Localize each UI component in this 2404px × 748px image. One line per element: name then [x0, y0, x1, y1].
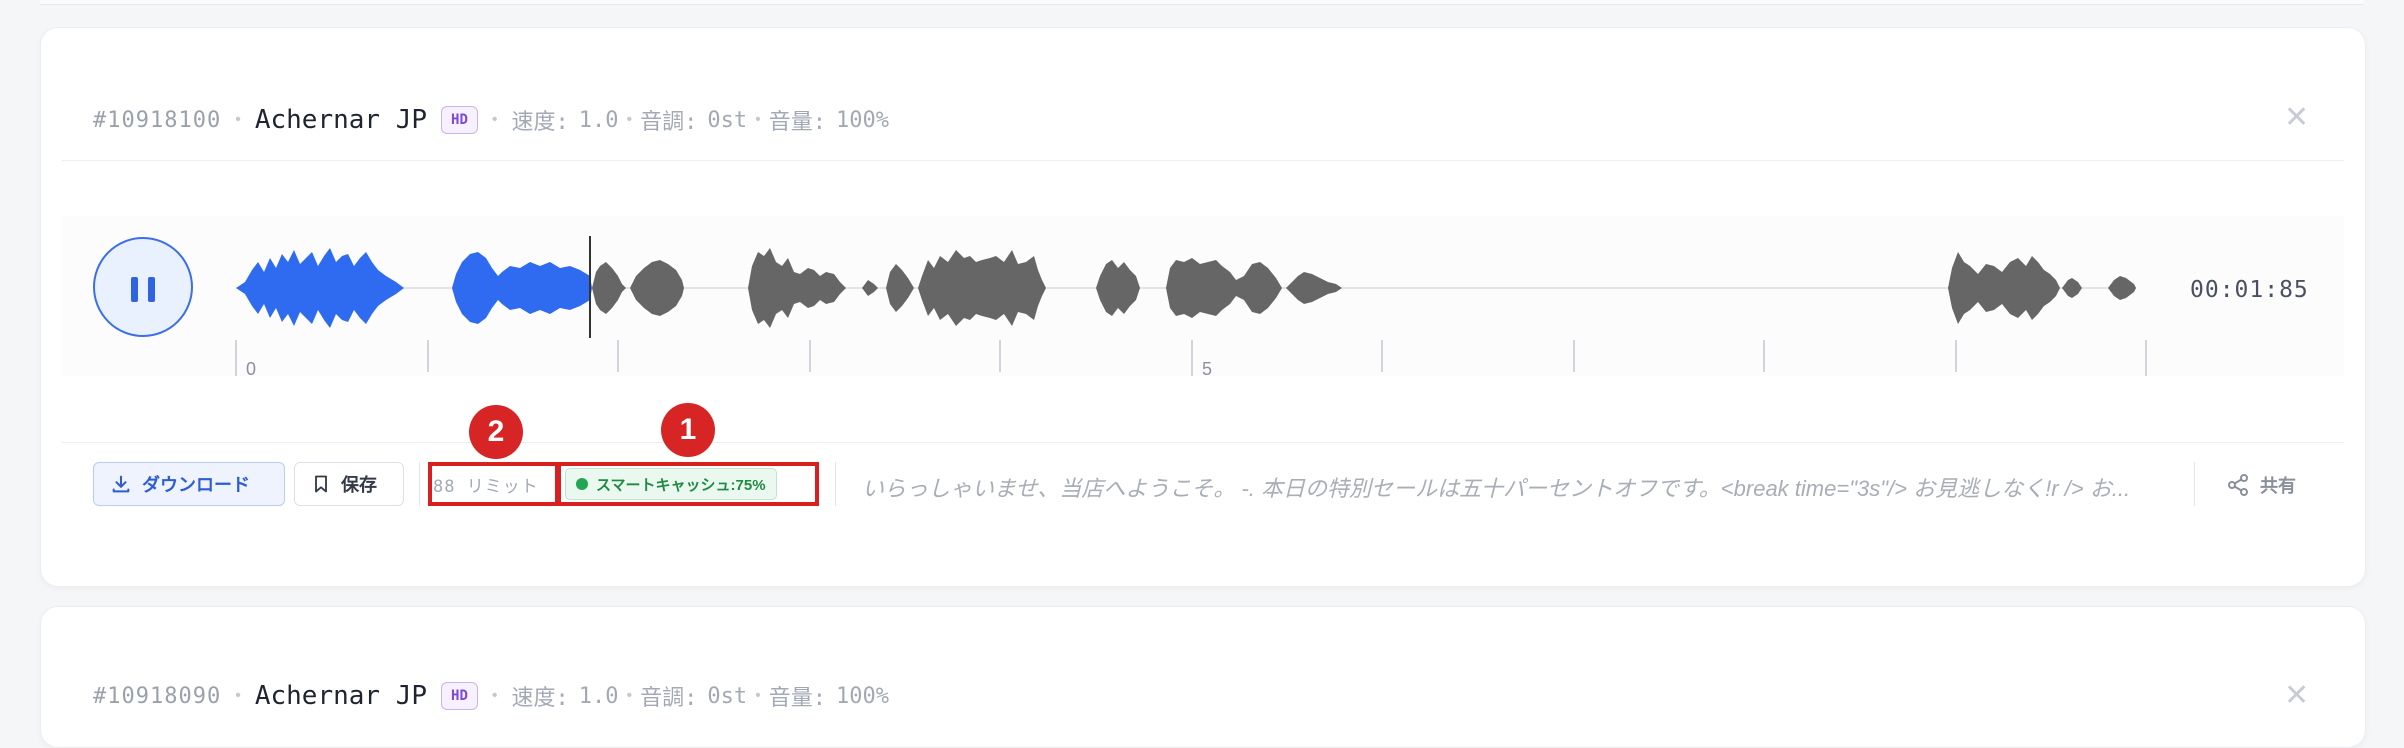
volume-label: 音量:: [768, 686, 826, 711]
voice-name: Achernar JP: [254, 681, 428, 711]
wave-segment: [236, 248, 404, 328]
generation-header: #10918090 • Achernar JP HD • 速度: 1.0 • 音…: [93, 680, 889, 712]
playback-time: 00:01:85: [2190, 277, 2309, 303]
separator: [2194, 462, 2195, 506]
volume-value: 100%: [835, 683, 889, 709]
wave-segment: [748, 248, 846, 328]
wave-segment: [862, 280, 878, 296]
share-icon: [2226, 473, 2250, 497]
speed-value: 1.0: [578, 683, 619, 709]
pitch-label: 音調:: [640, 686, 698, 711]
text-preview[interactable]: いらっしゃいませ、当店へようこそ。 -. 本日の特別セールは五十パーセントオフで…: [862, 471, 2162, 503]
wave-segment: [592, 262, 626, 314]
bookmark-icon: [311, 473, 331, 495]
separator-dot: •: [235, 687, 241, 704]
pitch-value: 0st: [707, 683, 748, 709]
wave-segment: [452, 252, 592, 324]
tick-label: 0: [246, 359, 256, 379]
save-label: 保存: [341, 475, 377, 495]
wave-segment: [1948, 252, 2060, 324]
save-button[interactable]: 保存: [294, 462, 404, 506]
hd-badge: HD: [441, 682, 478, 710]
wave-segment: [918, 250, 1046, 326]
wave-segment: [2062, 278, 2082, 298]
annotation-badge-2: 2: [469, 405, 523, 459]
wave-segment: [630, 260, 684, 316]
tick-label: 5: [1202, 359, 1212, 379]
annotation-badge-1: 1: [661, 403, 715, 457]
annotation-highlight-2: [428, 462, 559, 506]
actions-divider: [62, 442, 2344, 443]
separator-dot: •: [491, 687, 498, 704]
separator: [835, 462, 836, 506]
timeline-ruler: [235, 340, 2147, 376]
wave-segment: [886, 264, 914, 312]
download-button[interactable]: ダウンロード: [93, 462, 285, 506]
generation-id: #10918090: [93, 683, 222, 709]
download-label: ダウンロード: [142, 475, 250, 495]
generation-card: [40, 606, 2366, 748]
wave-segment: [1096, 260, 1140, 316]
separator: [419, 462, 420, 506]
wave-segment: [1166, 258, 1282, 318]
annotation-highlight-1: [557, 462, 819, 506]
wave-segment: [2108, 276, 2136, 300]
wave-segment: [1286, 272, 1342, 304]
waveform[interactable]: 0 5: [0, 0, 2404, 400]
download-icon: [110, 473, 132, 495]
separator-dot: •: [755, 687, 761, 704]
speed-label: 速度:: [511, 686, 569, 711]
share-button[interactable]: 共有: [2226, 472, 2296, 498]
share-label: 共有: [2260, 476, 2296, 496]
separator-dot: •: [626, 687, 633, 704]
